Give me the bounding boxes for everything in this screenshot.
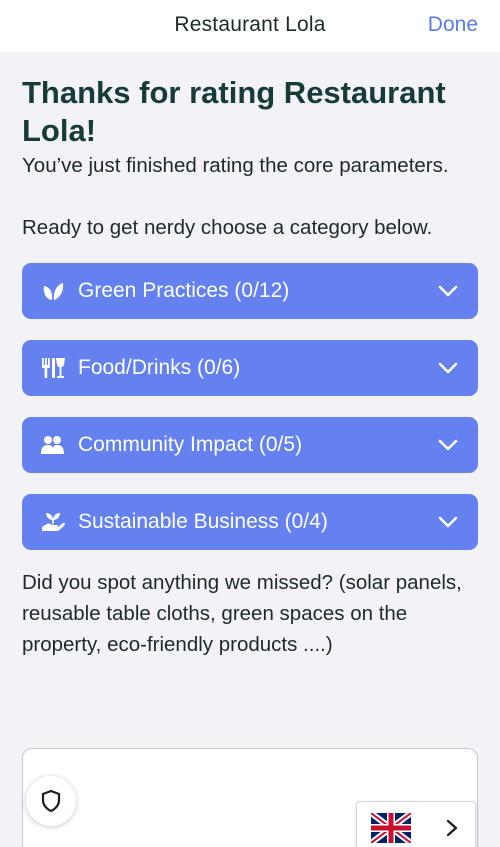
category-accordion: Green Practices (0/12) Food/Drinks (0/6)… [22, 263, 478, 550]
main-content: Thanks for rating Restaurant Lola! You’v… [22, 52, 478, 664]
category-label: Community Impact (0/5) [78, 433, 303, 456]
chevron-down-icon [438, 362, 458, 374]
chevron-down-icon [438, 285, 458, 297]
missed-question: Did you spot anything we missed? (solar … [22, 571, 462, 656]
privacy-button[interactable] [26, 776, 76, 826]
category-food-drinks[interactable]: Food/Drinks (0/6) [22, 340, 478, 396]
category-label: Food/Drinks (0/6) [78, 356, 241, 379]
category-label: Green Practices (0/12) [78, 279, 290, 302]
food-drink-icon [40, 355, 66, 381]
language-selector[interactable] [356, 801, 476, 847]
hand-plant-icon [40, 509, 66, 535]
thanks-heading: Thanks for rating Restaurant Lola! [22, 75, 446, 148]
shield-icon [41, 789, 61, 813]
chevron-down-icon [438, 516, 458, 528]
top-bar: Restaurant Lola Done [0, 0, 500, 52]
intro-text: You’ve just finished rating the core par… [22, 154, 449, 177]
prompt-text: Ready to get nerdy choose a category bel… [22, 216, 433, 239]
chevron-down-icon [438, 439, 458, 451]
people-icon [40, 432, 66, 458]
page: Restaurant Lola Done Thanks for rating R… [0, 0, 500, 847]
page-title: Restaurant Lola [174, 13, 326, 36]
category-community-impact[interactable]: Community Impact (0/5) [22, 417, 478, 473]
done-button[interactable]: Done [428, 13, 478, 37]
chevron-right-icon [446, 819, 458, 837]
leaf-icon [40, 278, 66, 304]
category-sustainable-business[interactable]: Sustainable Business (0/4) [22, 494, 478, 550]
category-green-practices[interactable]: Green Practices (0/12) [22, 263, 478, 319]
category-label: Sustainable Business (0/4) [78, 510, 328, 533]
uk-flag-icon [371, 813, 411, 843]
